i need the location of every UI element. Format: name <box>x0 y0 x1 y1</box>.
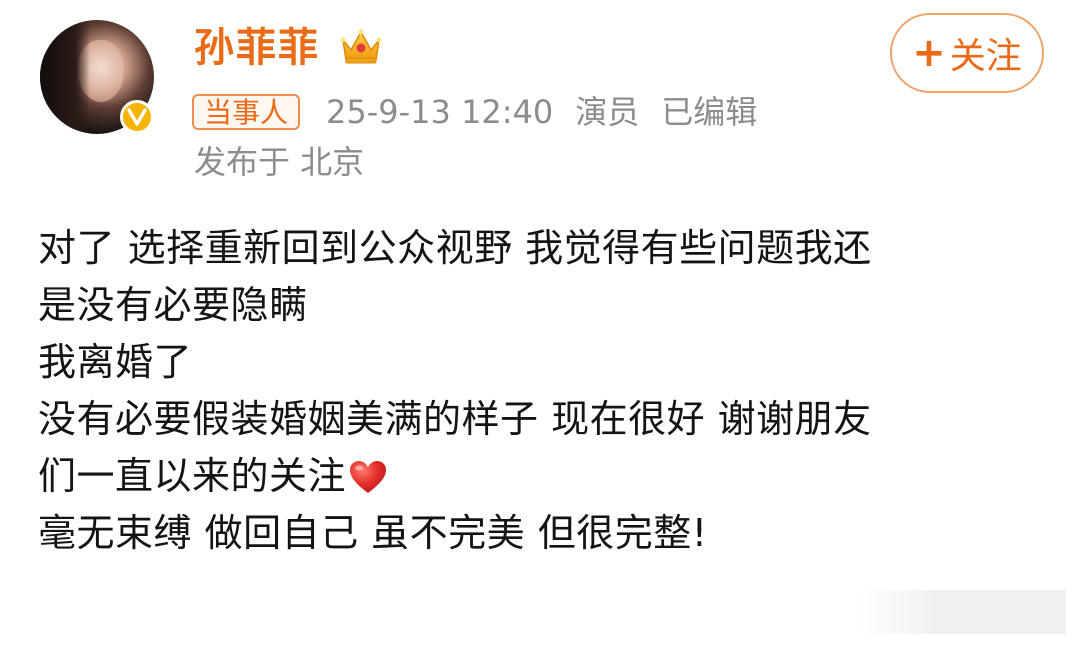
follow-button[interactable]: + 关注 <box>890 13 1044 93</box>
verified-icon <box>120 100 154 134</box>
heart-icon <box>350 461 387 493</box>
content-line: 是没有必要隐瞒 <box>38 283 308 327</box>
content-line: 我离婚了 <box>38 340 193 384</box>
author-name[interactable]: 孙菲菲 <box>194 22 320 74</box>
content-line: 毫无束缚 做回自己 虽不完美 但很完整! <box>38 511 708 555</box>
content-line: 们一直以来的关注 <box>38 454 347 498</box>
post-location: 发布于 北京 <box>194 143 365 181</box>
crown-icon <box>340 29 382 64</box>
author-occupation: 演员 <box>575 93 640 131</box>
post-content: 对了 选择重新回到公众视野 我觉得有些问题我还 是没有必要隐瞒 我离婚了 没有必… <box>38 220 1028 562</box>
party-tag-badge: 当事人 <box>192 94 301 130</box>
edited-label[interactable]: 已编辑 <box>661 93 757 131</box>
weibo-post-card: 孙菲菲 + 关注 当事人 25-9-13 12:40 演员 已编辑 发布于 北京 对… <box>0 0 1080 646</box>
watermark <box>856 590 1066 634</box>
post-meta: 25-9-13 12:40 演员 已编辑 <box>326 90 779 134</box>
content-line: 没有必要假装婚姻美满的样子 现在很好 谢谢朋友 <box>38 397 872 441</box>
plus-icon: + <box>912 30 946 76</box>
content-line-with-emoji: 们一直以来的关注 <box>38 448 1028 505</box>
post-datetime: 25-9-13 12:40 <box>326 93 554 131</box>
avatar[interactable] <box>40 20 154 134</box>
follow-label: 关注 <box>949 36 1022 77</box>
content-line: 对了 选择重新回到公众视野 我觉得有些问题我还 <box>38 226 872 270</box>
